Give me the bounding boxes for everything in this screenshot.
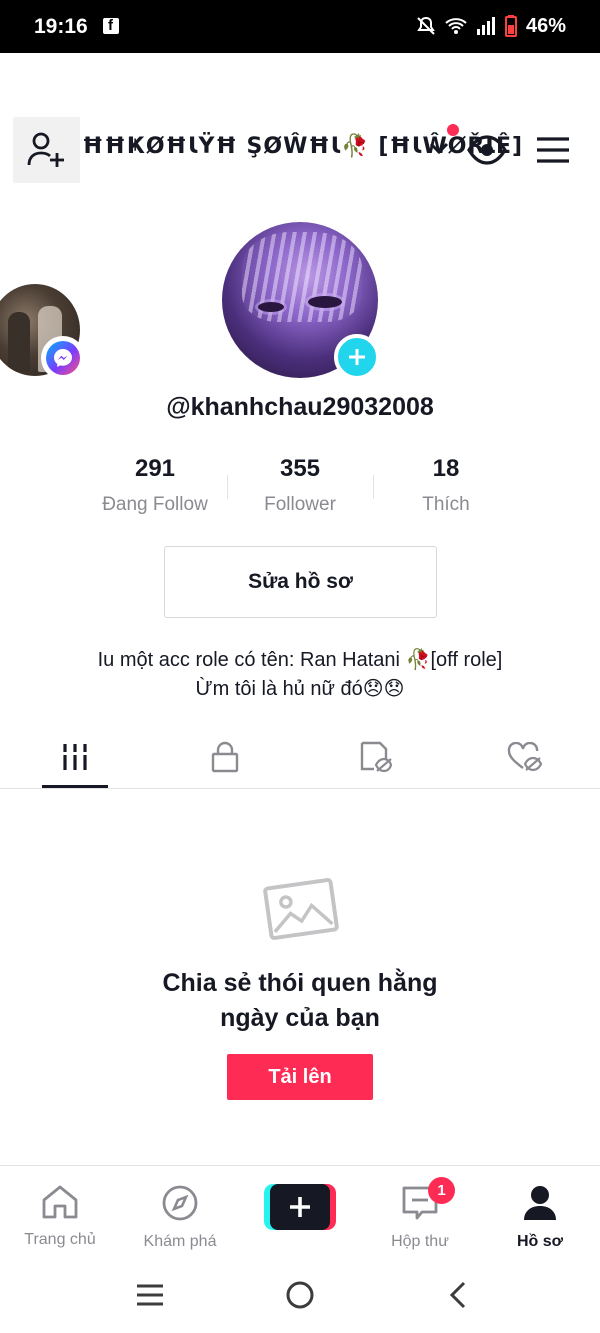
bottom-navigation: Trang chủ Khám phá Hộp thư Hồ sơ [0, 1165, 600, 1262]
stat-followers[interactable]: 355 Follower [225, 455, 375, 516]
avatar-add-button[interactable] [334, 334, 380, 380]
upload-button[interactable]: Tải lên [227, 1054, 373, 1100]
status-icons: 46% [416, 14, 566, 38]
bio-line: Iu một acc role có tên: Ran Hatani 🥀[off… [97, 649, 503, 671]
tab-videos[interactable] [0, 725, 150, 789]
stat-label: Follower [264, 494, 336, 515]
stat-value: 18 [432, 455, 460, 482]
status-time: 19:16 [34, 15, 88, 38]
tab-liked[interactable] [450, 725, 600, 789]
facebook-notification-icon: f [103, 17, 119, 34]
grid-icon [63, 744, 87, 770]
recent-apps-icon[interactable] [135, 1280, 165, 1310]
compass-icon [162, 1185, 198, 1221]
add-friend-button[interactable] [13, 117, 80, 183]
messenger-badge[interactable] [41, 336, 85, 380]
stat-label: Đang Follow [102, 494, 208, 515]
signal-icon [476, 17, 495, 35]
profile-tabs [0, 725, 600, 789]
system-navigation [0, 1262, 600, 1333]
profile-icon [524, 1186, 556, 1220]
status-bar: 19:16 f 46% [0, 0, 600, 53]
nav-home[interactable]: Trang chủ [0, 1184, 120, 1249]
add-user-icon [27, 132, 64, 167]
bio: Iu một acc role có tên: Ran Hatani 🥀[off… [0, 646, 600, 704]
battery-icon [504, 15, 517, 37]
battery-percent: 46% [525, 14, 566, 37]
nav-label: Trang chủ [24, 1231, 96, 1248]
hidden-heart-icon [507, 742, 543, 772]
create-button[interactable] [264, 1184, 336, 1230]
stat-following[interactable]: 291 Đang Follow [80, 455, 230, 516]
wifi-icon [445, 18, 467, 34]
plus-icon [290, 1197, 310, 1217]
tab-reposts[interactable] [300, 725, 450, 789]
back-icon[interactable] [444, 1280, 470, 1310]
nav-profile[interactable]: Hồ sơ [480, 1184, 600, 1251]
stat-value: 291 [134, 455, 176, 482]
profile-handle: @khanhchau29032008 [166, 393, 434, 421]
empty-title-line: Chia sẻ thói quen hằng [162, 969, 438, 997]
tab-private[interactable] [150, 725, 300, 789]
edit-profile-button[interactable]: Sửa hồ sơ [164, 546, 437, 618]
chevron-down-icon[interactable] [428, 140, 450, 156]
empty-state-title: Chia sẻ thói quen hằng ngày của bạn [0, 966, 600, 1036]
bio-line: Ừm tôi là hủ nữ đó😞😞 [195, 678, 405, 700]
hidden-repost-icon [360, 741, 392, 773]
nav-label: Hồ sơ [516, 1233, 564, 1250]
home-circle-icon[interactable] [285, 1280, 315, 1310]
photo-icon [263, 878, 339, 940]
stat-value: 355 [279, 455, 321, 482]
nav-label: Hộp thư [391, 1233, 449, 1250]
messenger-icon [54, 349, 72, 367]
lock-icon [211, 741, 239, 773]
stat-likes[interactable]: 18 Thích [371, 455, 521, 516]
inbox-count-badge: 1 [428, 1177, 455, 1204]
mute-icon [417, 16, 435, 35]
username-switcher[interactable]: ĦĦҜØĦƖΫĦ ŞØŴĦƖ🥀 [ĦƖŴØŘƖÊ] [82, 134, 523, 159]
empty-title-line: ngày của bạn [220, 1004, 380, 1032]
nav-inbox[interactable]: Hộp thư [360, 1184, 480, 1251]
nav-discover[interactable]: Khám phá [120, 1184, 240, 1251]
menu-icon[interactable] [536, 136, 570, 164]
active-tab-indicator [42, 785, 108, 788]
home-icon [42, 1185, 78, 1219]
plus-icon [349, 349, 365, 365]
eye-icon[interactable] [467, 133, 507, 167]
stat-label: Thích [422, 494, 470, 515]
notification-dot [447, 124, 459, 136]
nav-label: Khám phá [143, 1233, 217, 1250]
